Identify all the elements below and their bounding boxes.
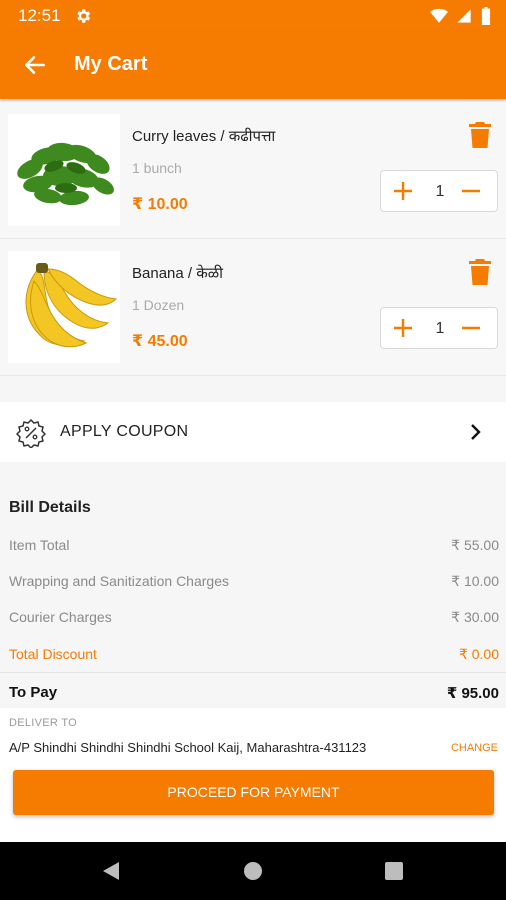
quantity-value: 1 (435, 320, 445, 337)
apply-coupon-row[interactable]: APPLY COUPON (0, 402, 506, 462)
item-price: ₹ 45.00 (132, 333, 188, 350)
to-pay-label: To Pay (9, 684, 58, 701)
item-name: Banana / केळी (132, 265, 224, 282)
bill-details: Bill Details Item Total ₹ 55.00 Wrapping… (0, 462, 506, 708)
quantity-stepper: 1 (380, 307, 498, 349)
page-title: My Cart (74, 53, 148, 75)
item-price: ₹ 10.00 (132, 196, 188, 213)
battery-icon (481, 7, 491, 25)
change-address-button[interactable]: CHANGE (451, 742, 498, 754)
bill-row-amount: ₹ 30.00 (451, 609, 499, 625)
bill-row-amount: ₹ 10.00 (451, 573, 499, 589)
item-unit: 1 bunch (132, 160, 182, 176)
banana-image (8, 251, 120, 363)
signal-icon (457, 9, 471, 23)
bill-row: Wrapping and Sanitization Charges ₹ 10.0… (9, 573, 499, 593)
plus-icon[interactable] (393, 318, 413, 338)
bill-title: Bill Details (9, 499, 91, 516)
cart-item: Curry leaves / कढीपत्ता 1 bunch ₹ 10.00 … (0, 102, 506, 239)
settings-icon (77, 9, 91, 23)
system-nav-bar (0, 842, 506, 900)
wifi-icon (430, 8, 448, 23)
home-nav-icon[interactable] (242, 860, 264, 882)
bill-row-label: Total Discount (9, 646, 97, 662)
delivery-address: A/P Shindhi Shindhi Shindhi School Kaij,… (9, 740, 367, 755)
apply-coupon-label: APPLY COUPON (60, 423, 189, 440)
bill-row: Item Total ₹ 55.00 (9, 537, 499, 557)
delete-icon[interactable] (469, 259, 491, 285)
bill-row: Courier Charges ₹ 30.00 (9, 609, 499, 629)
quantity-value: 1 (435, 183, 445, 200)
to-pay-amount: ₹ 95.00 (446, 685, 499, 702)
minus-icon[interactable] (461, 181, 481, 201)
app-bar: My Cart (0, 32, 506, 99)
plus-icon[interactable] (393, 181, 413, 201)
bill-row-label: Item Total (9, 537, 70, 553)
bill-row-amount: ₹ 0.00 (458, 646, 499, 662)
divider (0, 672, 506, 673)
item-name: Curry leaves / कढीपत्ता (132, 128, 276, 145)
delivery-section: DELIVER TO A/P Shindhi Shindhi Shindhi S… (0, 708, 506, 842)
bill-row-label: Wrapping and Sanitization Charges (9, 573, 229, 589)
recents-nav-icon[interactable] (383, 860, 405, 882)
coupon-icon (16, 418, 46, 448)
minus-icon[interactable] (461, 318, 481, 338)
discount-row: Total Discount ₹ 0.00 (9, 646, 499, 666)
curry-leaves-image (8, 114, 120, 226)
back-nav-icon[interactable] (100, 860, 122, 882)
proceed-payment-button[interactable]: PROCEED FOR PAYMENT (13, 770, 494, 815)
bill-row-label: Courier Charges (9, 609, 112, 625)
back-arrow-icon[interactable] (22, 52, 48, 78)
delete-icon[interactable] (469, 122, 491, 148)
status-time: 12:51 (18, 6, 61, 25)
deliver-to-label: DELIVER TO (9, 717, 78, 729)
chevron-right-icon (471, 424, 481, 440)
item-unit: 1 Dozen (132, 297, 185, 313)
quantity-stepper: 1 (380, 170, 498, 212)
status-bar: 12:51 (0, 0, 506, 32)
cart-item: Banana / केळी 1 Dozen ₹ 45.00 1 (0, 239, 506, 376)
bill-row-amount: ₹ 55.00 (451, 537, 499, 553)
to-pay-row: To Pay ₹ 95.00 (9, 684, 499, 702)
